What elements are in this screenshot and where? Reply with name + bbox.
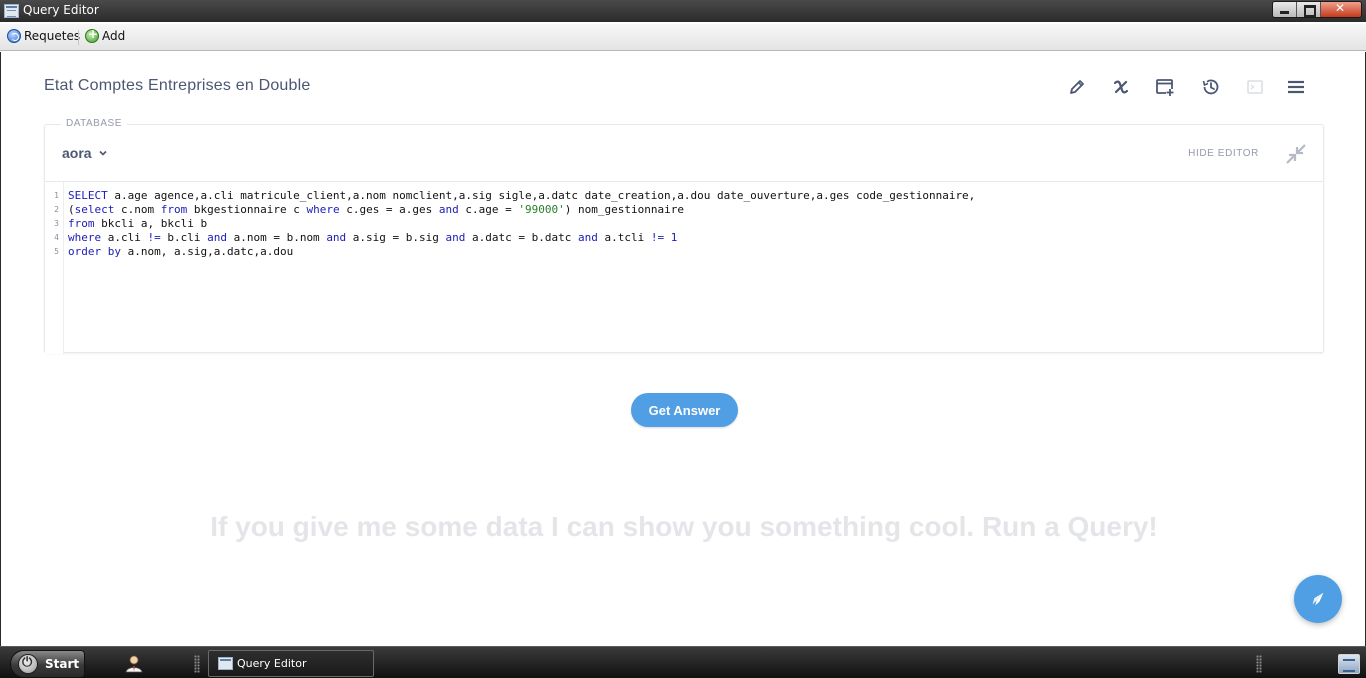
code-line: SELECT a.age agence,a.cli matricule_clie… xyxy=(68,189,1323,203)
database-label: DATABASE xyxy=(61,118,127,129)
variable-x-icon[interactable] xyxy=(1110,76,1132,98)
app-window-icon xyxy=(218,657,233,670)
sql-keyword: != xyxy=(650,231,665,244)
sql-text: b.cli xyxy=(160,231,208,244)
sql-text: a.nom, a.sig,a.datc,a.dou xyxy=(121,245,294,258)
line-number: 4 xyxy=(54,233,59,242)
sql-text: a.cli xyxy=(101,231,148,244)
sql-text: a.tcli xyxy=(597,231,651,244)
code-line: order by a.nom, a.sig,a.datc,a.dou xyxy=(68,245,1323,259)
sql-keyword: from xyxy=(160,203,188,216)
sql-code[interactable]: SELECT a.age agence,a.cli matricule_clie… xyxy=(68,189,1323,259)
toolbar: Requetes Add xyxy=(0,24,1366,51)
sql-keyword: and xyxy=(438,203,459,216)
sql-keyword: where xyxy=(68,231,102,244)
sql-text: a.datc = b.datc xyxy=(465,231,578,244)
get-answer-button[interactable]: Get Answer xyxy=(631,393,738,427)
start-label: Start xyxy=(45,657,80,671)
sql-keyword: from xyxy=(68,217,95,230)
hide-editor-link[interactable]: HIDE EDITOR xyxy=(1188,148,1259,159)
sql-keyword: SELECT xyxy=(68,189,108,202)
line-number: 2 xyxy=(54,205,59,214)
query-editor-app: Etat Comptes Entreprises en Double DATAB… xyxy=(0,52,1366,646)
database-name: aora xyxy=(62,145,92,161)
sql-text: c.age = xyxy=(458,203,519,216)
compass-icon xyxy=(1312,592,1324,606)
line-number: 5 xyxy=(54,247,59,256)
sql-keyword: 1 xyxy=(670,231,678,244)
sql-keyword: by xyxy=(107,245,121,258)
line-number: 1 xyxy=(54,191,59,200)
sql-keyword: and xyxy=(326,231,347,244)
add-icon xyxy=(85,27,99,43)
add-label: Add xyxy=(102,29,126,43)
line-number-gutter: 1 2 3 4 5 xyxy=(45,182,64,354)
add-button[interactable]: Add xyxy=(85,27,126,43)
code-line: from bkcli a, bkcli b xyxy=(68,217,1323,231)
power-icon xyxy=(18,654,38,674)
show-desktop-icon[interactable] xyxy=(1338,654,1360,674)
window-titlebar: Query Editor xyxy=(0,0,1366,22)
sql-text: a.sig = b.sig xyxy=(346,231,446,244)
refresh-icon xyxy=(7,29,21,43)
window-title: Query Editor xyxy=(23,3,99,17)
os-taskbar: Start Query Editor xyxy=(0,646,1366,678)
database-select[interactable]: aora xyxy=(62,145,108,161)
taskbar-item-query-editor[interactable]: Query Editor xyxy=(208,650,374,677)
start-button[interactable]: Start xyxy=(10,650,85,678)
sql-string: '99000' xyxy=(518,203,565,216)
app-window-icon xyxy=(4,4,19,18)
sql-keyword: != xyxy=(147,231,161,244)
snippet-terminal-icon xyxy=(1244,76,1266,98)
sql-text: a.age agence,a.cli matricule_client,a.no… xyxy=(107,189,976,202)
collapse-icon[interactable] xyxy=(1285,143,1307,165)
sql-keyword: select xyxy=(74,203,115,216)
menu-icon[interactable] xyxy=(1285,76,1307,98)
code-line: (select c.nom from bkgestionnaire c wher… xyxy=(68,203,1323,217)
requetes-label: Requetes xyxy=(24,29,81,43)
code-line: where a.cli != b.cli and a.nom = b.nom a… xyxy=(68,231,1323,245)
sql-text: ) nom_gestionnaire xyxy=(564,203,684,216)
sql-keyword: order xyxy=(68,245,102,258)
explore-fab-button[interactable] xyxy=(1294,575,1342,623)
taskbar-item-label: Query Editor xyxy=(237,657,307,670)
line-number: 3 xyxy=(54,219,59,228)
taskbar-grip[interactable] xyxy=(1256,655,1262,673)
window-controls xyxy=(1272,1,1362,18)
toolbar-divider xyxy=(78,30,79,45)
sql-keyword: where xyxy=(306,203,340,216)
sql-text: ( xyxy=(68,203,75,216)
maximize-button[interactable] xyxy=(1297,2,1321,17)
sql-text: bkgestionnaire c xyxy=(187,203,307,216)
close-button[interactable] xyxy=(1321,2,1361,17)
pencil-icon[interactable] xyxy=(1066,76,1088,98)
sql-keyword: and xyxy=(578,231,598,244)
sql-text: bkcli a, bkcli b xyxy=(94,217,208,230)
query-title: Etat Comptes Entreprises en Double xyxy=(44,77,311,94)
new-snippet-icon[interactable] xyxy=(1154,76,1176,98)
user-icon[interactable] xyxy=(124,655,144,673)
sql-editor[interactable]: 1 2 3 4 5 SELECT a.age agence,a.cli matricul… xyxy=(45,181,1323,354)
history-icon[interactable] xyxy=(1200,76,1222,98)
empty-state-message: If you give me some data I can show you … xyxy=(210,511,1158,542)
sql-text: a.nom = b.nom xyxy=(226,231,327,244)
sql-keyword: and xyxy=(207,231,227,244)
sql-text: c.nom xyxy=(114,203,161,216)
native-query-editor: DATABASE aora HIDE EDITOR 1 2 3 4 5 SELECT a… xyxy=(44,118,1324,354)
sql-keyword: and xyxy=(445,231,466,244)
chevron-down-icon xyxy=(99,150,107,156)
minimize-button[interactable] xyxy=(1273,2,1297,17)
sql-text: c.ges = a.ges xyxy=(339,203,439,216)
requetes-button[interactable]: Requetes xyxy=(7,29,80,43)
taskbar-grip[interactable] xyxy=(194,655,200,673)
